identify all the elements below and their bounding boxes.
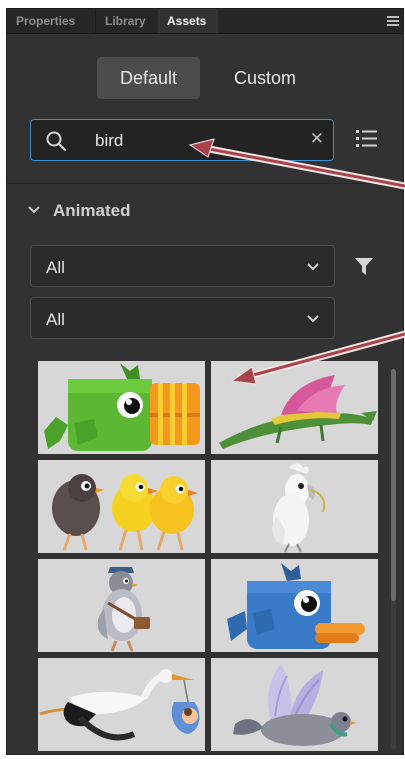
panel-tab-bar: Properties Library Assets (7, 9, 403, 34)
subcategory-dropdown-value: All (46, 310, 65, 329)
category-dropdown[interactable]: All (30, 245, 335, 287)
subcategory-dropdown[interactable]: All (30, 297, 335, 339)
funnel-icon[interactable] (354, 257, 374, 277)
asset-thumbnail-dragon[interactable] (211, 361, 378, 454)
tab-library[interactable]: Library (95, 9, 158, 33)
asset-thumbnail-flying-pigeon[interactable] (211, 658, 378, 751)
default-segment-button[interactable]: Default (97, 57, 200, 99)
chevron-down-icon (307, 315, 319, 323)
category-dropdown-value: All (46, 258, 65, 277)
search-icon (46, 131, 67, 152)
list-view-icon[interactable] (356, 129, 378, 149)
hamburger-menu-icon[interactable] (387, 16, 399, 26)
asset-grid-scrollbar[interactable] (391, 369, 396, 749)
search-input[interactable]: bird (95, 131, 123, 151)
custom-segment-button[interactable]: Custom (212, 57, 318, 99)
asset-thumbnail-blue-bird[interactable] (211, 559, 378, 652)
chevron-down-icon (28, 206, 40, 214)
search-field[interactable]: bird ✕ (30, 119, 334, 161)
chevron-down-icon (307, 263, 319, 271)
asset-thumbnail-pigeon-postman[interactable] (38, 559, 205, 652)
section-divider (7, 183, 403, 184)
asset-thumbnail-green-bird[interactable] (38, 361, 205, 454)
section-label: Animated (53, 201, 131, 220)
scrollbar-thumb[interactable] (391, 369, 396, 601)
asset-thumbnail-chicks[interactable] (38, 460, 205, 553)
tab-properties[interactable]: Properties (7, 9, 95, 33)
assets-panel: Properties Library Assets Default Custom… (6, 8, 404, 755)
asset-thumbnail-cockatoo[interactable] (211, 460, 378, 553)
asset-thumbnail-stork[interactable] (38, 658, 205, 751)
tab-assets[interactable]: Assets (158, 9, 218, 33)
close-icon[interactable]: ✕ (310, 129, 324, 149)
asset-grid (38, 361, 378, 754)
